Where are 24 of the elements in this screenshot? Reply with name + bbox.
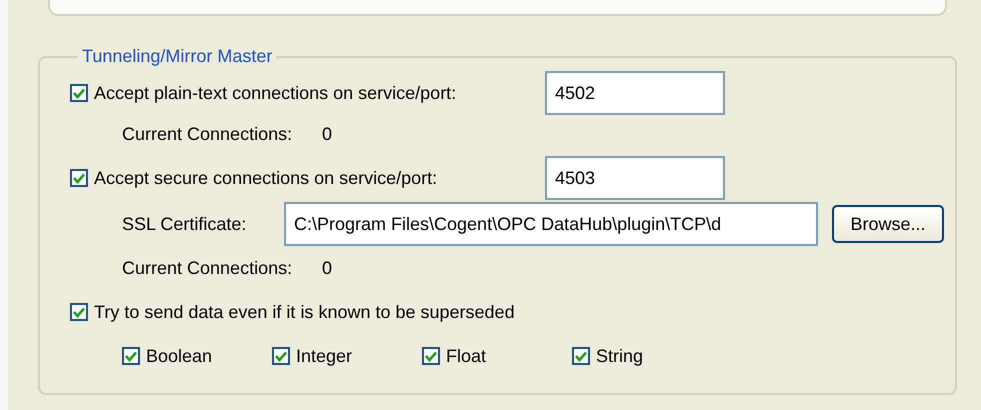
browse-button[interactable]: Browse...	[832, 205, 944, 243]
checkbox[interactable]: Accept plain-text connections on service/port:	[70, 82, 545, 104]
check-icon	[73, 306, 85, 318]
connections-count: 0	[322, 258, 332, 278]
check-icon	[125, 350, 137, 362]
certificate-label: SSL Certificate:	[122, 214, 248, 234]
group-title: Tunneling/Mirror Master	[81, 46, 274, 67]
checkbox[interactable]: Boolean	[122, 346, 272, 366]
connections-label: Current Connections:	[122, 124, 294, 144]
checkbox[interactable]: Integer	[272, 346, 422, 366]
check-icon	[275, 350, 287, 362]
checkbox[interactable]: Float	[422, 346, 572, 366]
port-field[interactable]: 4503	[545, 156, 725, 200]
check-icon	[73, 172, 85, 184]
checkbox[interactable]: Accept secure connections on service/port:	[70, 168, 545, 188]
checkbox[interactable]: String	[572, 346, 722, 366]
port-field[interactable]: 4502	[545, 71, 725, 115]
connections-count: 0	[322, 124, 332, 144]
checkbox[interactable]: Try to send data even if it is known to be superseded	[70, 302, 515, 322]
check-icon	[575, 350, 587, 362]
check-icon	[425, 350, 437, 362]
connections-label: Current Connections:	[122, 258, 294, 278]
certificate-path-field[interactable]: C:\Program Files\Cogent\OPC DataHub\plugin\TCP\d	[284, 202, 818, 246]
check-icon	[73, 88, 85, 98]
